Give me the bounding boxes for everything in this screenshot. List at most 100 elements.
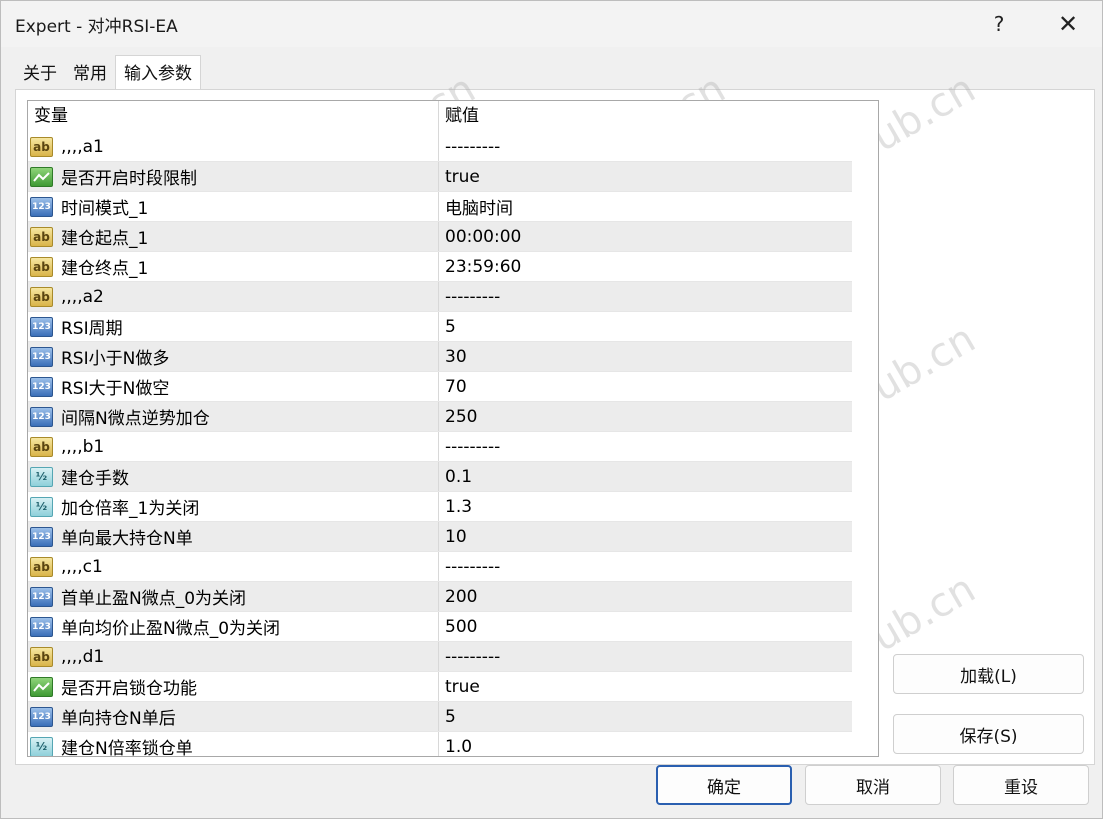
table-row[interactable]: 123 RSI小于N做多 30 — [28, 342, 852, 372]
variable-cell[interactable]: ½ 建仓N倍率锁仓单 — [28, 732, 439, 757]
save-button[interactable]: 保存(S) — [893, 714, 1084, 754]
variable-cell[interactable]: 123 首单止盈N微点_0为关闭 — [28, 582, 439, 611]
table-row[interactable]: 123 RSI大于N做空 70 — [28, 372, 852, 402]
variable-name: 建仓手数 — [61, 469, 129, 489]
value-cell[interactable]: --------- — [439, 432, 852, 461]
variable-cell[interactable]: ab ,,,,a1 — [28, 132, 439, 161]
variable-cell[interactable]: ab ,,,,d1 — [28, 642, 439, 671]
variable-cell[interactable]: 是否开启时段限制 — [28, 162, 439, 191]
variable-cell[interactable]: ab ,,,,c1 — [28, 552, 439, 581]
variable-name: 单向均价止盈N微点_0为关闭 — [61, 619, 281, 639]
table-row[interactable]: 是否开启锁仓功能 true — [28, 672, 852, 702]
table-row[interactable]: ab ,,,,a2 --------- — [28, 282, 852, 312]
variable-cell[interactable]: 123 RSI周期 — [28, 312, 439, 341]
table-row[interactable]: 是否开启时段限制 true — [28, 162, 852, 192]
value-cell[interactable]: 1.0 — [439, 732, 852, 757]
value-cell[interactable]: 23:59:60 — [439, 252, 852, 281]
bool-icon — [30, 166, 53, 187]
table-row[interactable]: 123 时间模式_1 电脑时间 — [28, 192, 852, 222]
table-row[interactable]: ab 建仓起点_1 00:00:00 — [28, 222, 852, 252]
ab-icon: ab — [30, 556, 53, 577]
value-cell[interactable]: 1.3 — [439, 492, 852, 521]
variable-name: 是否开启锁仓功能 — [61, 679, 197, 699]
variable-name: 建仓起点_1 — [61, 229, 149, 249]
tab-common[interactable]: 常用 — [65, 57, 115, 90]
table-row[interactable]: ½ 加仓倍率_1为关闭 1.3 — [28, 492, 852, 522]
variable-cell[interactable]: 123 间隔N微点逆势加仓 — [28, 402, 439, 431]
variable-cell[interactable]: 123 单向最大持仓N单 — [28, 522, 439, 551]
variable-name: 建仓N倍率锁仓单 — [61, 739, 193, 757]
ok-button[interactable]: 确定 — [656, 765, 792, 805]
value-cell[interactable]: 30 — [439, 342, 852, 371]
grid-rows: ab ,,,,a1 --------- 是否开启时段限制 true 123 时间模式_1 电脑… — [28, 132, 852, 757]
value-cell[interactable]: 500 — [439, 612, 852, 641]
half-icon: ½ — [30, 496, 53, 517]
variable-cell[interactable]: 123 RSI大于N做空 — [28, 372, 439, 401]
value-cell[interactable]: true — [439, 162, 852, 191]
close-button[interactable]: ✕ — [1038, 1, 1098, 47]
table-row[interactable]: ab ,,,,b1 --------- — [28, 432, 852, 462]
variable-name: ,,,,b1 — [61, 436, 105, 457]
value-cell[interactable]: 70 — [439, 372, 852, 401]
value-cell[interactable]: 0.1 — [439, 462, 852, 491]
half-icon: ½ — [30, 466, 53, 487]
variable-cell[interactable]: 123 单向持仓N单后 — [28, 702, 439, 731]
value-cell[interactable]: 200 — [439, 582, 852, 611]
load-button[interactable]: 加载(L) — [893, 654, 1084, 694]
variable-name: RSI小于N做多 — [61, 349, 170, 369]
table-row[interactable]: ab ,,,,a1 --------- — [28, 132, 852, 162]
table-row[interactable]: ½ 建仓N倍率锁仓单 1.0 — [28, 732, 852, 757]
value-cell[interactable]: 电脑时间 — [439, 192, 852, 221]
value-cell[interactable]: --------- — [439, 132, 852, 161]
table-row[interactable]: ab ,,,,d1 --------- — [28, 642, 852, 672]
variable-name: RSI周期 — [61, 319, 123, 339]
value-cell[interactable]: 10 — [439, 522, 852, 551]
table-row[interactable]: 123 首单止盈N微点_0为关闭 200 — [28, 582, 852, 612]
123-icon: 123 — [30, 706, 53, 727]
tab-inputs[interactable]: 输入参数 — [115, 55, 201, 89]
table-row[interactable]: 123 单向持仓N单后 5 — [28, 702, 852, 732]
table-row[interactable]: ab 建仓终点_1 23:59:60 — [28, 252, 852, 282]
variable-cell[interactable]: ½ 建仓手数 — [28, 462, 439, 491]
123-icon: 123 — [30, 346, 53, 367]
table-row[interactable]: ab ,,,,c1 --------- — [28, 552, 852, 582]
value-cell[interactable]: --------- — [439, 282, 852, 311]
variable-name: ,,,,d1 — [61, 646, 105, 667]
column-header-value[interactable]: 赋值 — [439, 101, 852, 132]
column-header-variable[interactable]: 变量 — [28, 101, 439, 132]
variable-cell[interactable]: ab ,,,,b1 — [28, 432, 439, 461]
variable-cell[interactable]: 123 时间模式_1 — [28, 192, 439, 221]
value-cell[interactable]: --------- — [439, 642, 852, 671]
variable-name: RSI大于N做空 — [61, 379, 170, 399]
table-row[interactable]: 123 RSI周期 5 — [28, 312, 852, 342]
title-bar: Expert - 对冲RSI-EA ? ✕ — [1, 1, 1102, 47]
value-cell[interactable]: 5 — [439, 312, 852, 341]
reset-button[interactable]: 重设 — [953, 765, 1089, 805]
table-row[interactable]: ½ 建仓手数 0.1 — [28, 462, 852, 492]
variable-name: 是否开启时段限制 — [61, 169, 197, 189]
variable-cell[interactable]: 123 单向均价止盈N微点_0为关闭 — [28, 612, 439, 641]
table-row[interactable]: 123 单向最大持仓N单 10 — [28, 522, 852, 552]
value-cell[interactable]: true — [439, 672, 852, 701]
help-button[interactable]: ? — [969, 1, 1029, 47]
variable-name: 加仓倍率_1为关闭 — [61, 499, 200, 519]
123-icon: 123 — [30, 316, 53, 337]
123-icon: 123 — [30, 376, 53, 397]
table-row[interactable]: 123 单向均价止盈N微点_0为关闭 500 — [28, 612, 852, 642]
cancel-button[interactable]: 取消 — [805, 765, 941, 805]
variable-cell[interactable]: 123 RSI小于N做多 — [28, 342, 439, 371]
value-cell[interactable]: 00:00:00 — [439, 222, 852, 251]
variable-cell[interactable]: 是否开启锁仓功能 — [28, 672, 439, 701]
variable-name: 单向持仓N单后 — [61, 709, 176, 729]
variable-cell[interactable]: ab ,,,,a2 — [28, 282, 439, 311]
variable-cell[interactable]: ab 建仓起点_1 — [28, 222, 439, 251]
table-row[interactable]: 123 间隔N微点逆势加仓 250 — [28, 402, 852, 432]
variable-name: ,,,,c1 — [61, 556, 103, 577]
tab-about[interactable]: 关于 — [15, 57, 65, 90]
value-cell[interactable]: 5 — [439, 702, 852, 731]
variable-cell[interactable]: ½ 加仓倍率_1为关闭 — [28, 492, 439, 521]
variable-cell[interactable]: ab 建仓终点_1 — [28, 252, 439, 281]
variable-name: 间隔N微点逆势加仓 — [61, 409, 210, 429]
value-cell[interactable]: --------- — [439, 552, 852, 581]
value-cell[interactable]: 250 — [439, 402, 852, 431]
